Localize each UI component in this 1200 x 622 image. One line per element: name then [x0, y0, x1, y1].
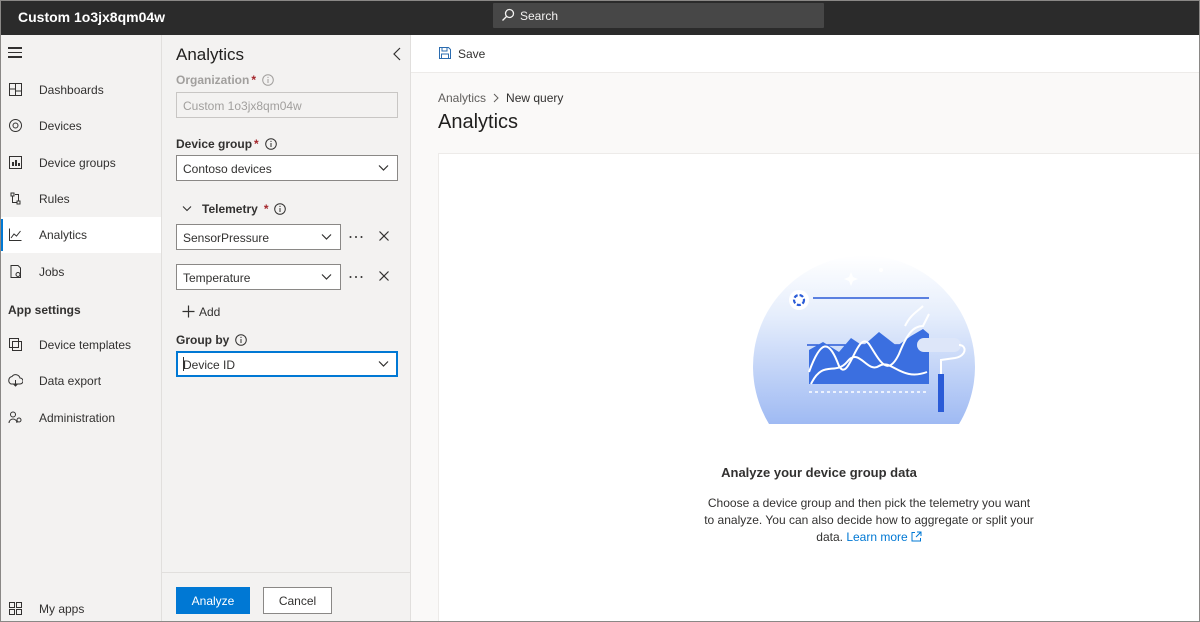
nav-item-analytics[interactable]: Analytics: [0, 217, 161, 253]
more-options-icon[interactable]: [348, 233, 364, 241]
nav-label-dashboards: Dashboards: [39, 83, 104, 97]
search-box[interactable]: Search: [493, 3, 824, 28]
hamburger-menu-icon[interactable]: [8, 47, 22, 59]
telemetry-label: Telemetry *: [202, 202, 287, 216]
nav-label-devices: Devices: [39, 119, 82, 133]
learn-more-link[interactable]: Learn more: [846, 530, 922, 544]
telemetry-value: Temperature: [183, 271, 251, 285]
breadcrumb: Analytics New query: [438, 91, 563, 105]
device-group-value: Contoso devices: [183, 162, 272, 176]
nav-label-device-templates: Device templates: [39, 338, 132, 352]
devices-icon: [9, 119, 22, 132]
search-icon: [502, 8, 515, 21]
required-marker: *: [263, 202, 269, 216]
top-bar: Custom 1o3jx8qm04w Search: [0, 0, 1200, 35]
required-marker: *: [254, 137, 259, 151]
nav-item-devices[interactable]: Devices: [0, 108, 161, 144]
telemetry-value: SensorPressure: [183, 231, 270, 245]
nav-label-jobs: Jobs: [39, 265, 65, 279]
info-icon[interactable]: [235, 334, 248, 346]
main-content: Save Analytics New query Analytics Analy…: [411, 35, 1200, 622]
nav-item-dashboards[interactable]: Dashboards: [0, 72, 161, 108]
telemetry-dropdown[interactable]: Temperature: [176, 264, 341, 290]
nav-label-analytics: Analytics: [39, 228, 88, 242]
add-telemetry-label: Add: [199, 305, 221, 319]
left-nav: Dashboards Devices Device groups Rules A…: [0, 35, 162, 622]
organization-value: Custom 1o3jx8qm04w: [183, 99, 302, 113]
nav-item-my-apps[interactable]: My apps: [0, 591, 161, 622]
group-by-dropdown[interactable]: Device ID: [176, 351, 398, 377]
required-marker: *: [251, 73, 257, 87]
more-options-icon[interactable]: [348, 273, 364, 281]
nav-label-my-apps: My apps: [39, 602, 85, 616]
empty-state-title: Analyze your device group data: [721, 465, 917, 480]
group-by-label: Group by: [176, 333, 248, 347]
analytics-icon: [9, 228, 22, 241]
chevron-down-icon: [378, 165, 389, 171]
info-icon[interactable]: [262, 74, 274, 86]
nav-item-jobs[interactable]: Jobs: [0, 254, 161, 290]
device-group-label-text: Device group: [176, 137, 253, 151]
group-by-label-text: Group by: [176, 333, 230, 347]
save-button[interactable]: Save: [458, 47, 485, 61]
remove-telemetry-close-icon[interactable]: [378, 230, 390, 242]
nav-section-app-settings: App settings: [8, 303, 81, 317]
nav-item-administration[interactable]: Administration: [0, 400, 161, 436]
telemetry-label-text: Telemetry: [202, 202, 258, 216]
nav-label-data-export: Data export: [39, 374, 102, 388]
search-placeholder: Search: [520, 9, 559, 23]
plus-icon: [182, 305, 195, 318]
info-icon[interactable]: [274, 203, 287, 215]
chevron-left-icon[interactable]: [391, 47, 403, 61]
nav-item-device-templates[interactable]: Device templates: [0, 327, 161, 363]
telemetry-collapse-chevron-icon[interactable]: [182, 205, 192, 213]
device-templates-icon: [9, 338, 22, 351]
breadcrumb-root[interactable]: Analytics: [438, 91, 486, 105]
device-groups-icon: [9, 156, 22, 169]
app-title[interactable]: Custom 1o3jx8qm04w: [18, 9, 165, 25]
chevron-down-icon: [321, 274, 332, 280]
organization-label: Organization *: [176, 73, 274, 87]
nav-item-rules[interactable]: Rules: [0, 181, 161, 217]
telemetry-dropdown[interactable]: SensorPressure: [176, 224, 341, 250]
nav-label-rules: Rules: [39, 192, 70, 206]
nav-item-data-export[interactable]: Data export: [0, 363, 161, 399]
analyze-button[interactable]: Analyze: [176, 587, 250, 614]
device-group-label: Device group *: [176, 137, 277, 151]
save-icon[interactable]: [439, 47, 451, 59]
panel-title: Analytics: [176, 45, 245, 64]
analytics-query-panel: Analytics Organization * Custom 1o3jx8qm0…: [162, 35, 411, 622]
learn-more-label: Learn more: [846, 530, 908, 544]
chevron-right-icon: [493, 93, 499, 103]
cancel-button[interactable]: Cancel: [263, 587, 332, 614]
jobs-icon: [10, 265, 21, 278]
nav-label-device-groups: Device groups: [39, 156, 116, 170]
group-by-value: Device ID: [183, 358, 236, 372]
empty-state-description: Choose a device group and then pick the …: [704, 495, 1034, 546]
chevron-down-icon: [321, 234, 332, 240]
chevron-down-icon: [378, 361, 389, 367]
nav-label-administration: Administration: [39, 411, 116, 425]
page-title: Analytics: [438, 111, 519, 133]
info-icon[interactable]: [264, 138, 277, 150]
device-group-dropdown[interactable]: Contoso devices: [176, 155, 398, 181]
panel-footer: Analyze Cancel: [162, 572, 410, 622]
administration-icon: [8, 411, 22, 424]
organization-field: Custom 1o3jx8qm04w: [176, 92, 398, 118]
empty-state-card: Analyze your device group data Choose a …: [438, 153, 1200, 622]
dashboard-icon: [9, 83, 22, 96]
data-export-icon: [8, 374, 23, 387]
organization-label-text: Organization: [176, 73, 250, 87]
remove-telemetry-close-icon[interactable]: [378, 270, 390, 282]
external-link-icon: [911, 531, 922, 542]
breadcrumb-current: New query: [506, 91, 564, 105]
my-apps-icon: [9, 602, 22, 615]
nav-item-device-groups[interactable]: Device groups: [0, 145, 161, 181]
command-bar: Save: [411, 35, 1200, 73]
rules-icon: [10, 192, 21, 205]
analytics-illustration: [753, 255, 975, 424]
